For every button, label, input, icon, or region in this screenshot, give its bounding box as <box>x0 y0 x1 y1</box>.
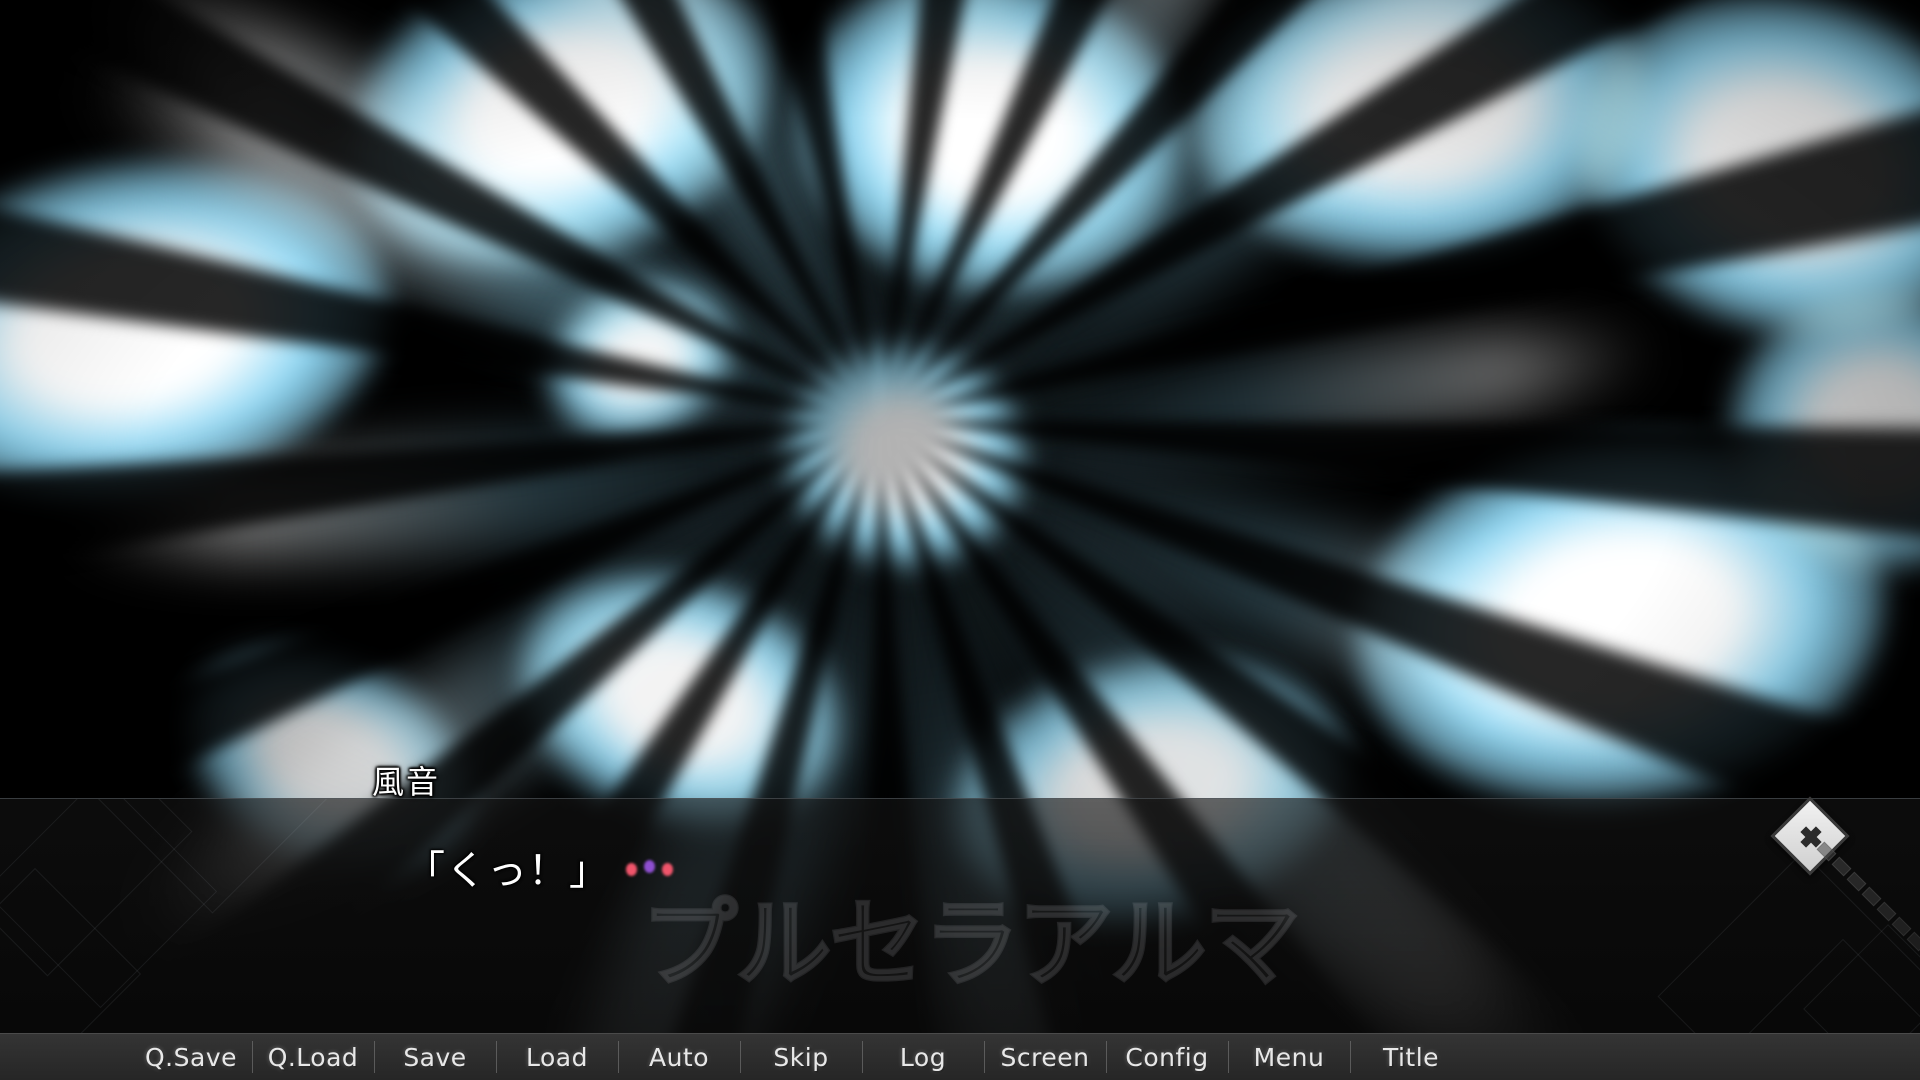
menu-button-log[interactable]: Log <box>862 1034 984 1080</box>
dialogue-textbox[interactable] <box>0 798 1920 1033</box>
dialogue-line: 「くっ！」 <box>405 838 673 896</box>
menu-button-label: Log <box>899 1042 947 1072</box>
menu-button-quick-load[interactable]: Q.Load <box>252 1034 374 1080</box>
speaker-name: 風音 <box>372 763 441 801</box>
menu-button-label: Q.Save <box>145 1042 237 1072</box>
menu-button-label: Save <box>403 1042 467 1072</box>
menu-button-save[interactable]: Save <box>374 1034 496 1080</box>
menu-button-label: Auto <box>648 1042 710 1072</box>
menu-button-label: Screen <box>1000 1042 1090 1072</box>
decor-diamond <box>1657 851 1920 1033</box>
indicator-dot <box>626 862 637 876</box>
indicator-dot <box>644 859 655 873</box>
decor-diamond <box>1803 924 1920 1033</box>
menu-button-auto[interactable]: Auto <box>618 1034 740 1080</box>
menu-button-load[interactable]: Load <box>496 1034 618 1080</box>
menu-button-skip[interactable]: Skip <box>740 1034 862 1080</box>
dialogue-text: 「くっ！」 <box>405 848 610 894</box>
decor-diamond <box>1722 938 1920 1033</box>
decor-diamond <box>60 799 365 914</box>
decor-diamond <box>0 867 142 1033</box>
bottom-menu-bar: Q.Save Q.Load Save Load Auto Skip Log Screen Con… <box>0 1033 1920 1080</box>
menu-button-title[interactable]: Title <box>1350 1034 1472 1080</box>
game-screen: プルセラアルマ 風音 「くっ！」 Q.SaveQ.LoadSaveLoadAut… <box>0 0 1920 1080</box>
indicator-dot <box>662 862 673 876</box>
menu-button-config[interactable]: Config <box>1106 1034 1228 1080</box>
menu-button-screen[interactable]: Screen <box>984 1034 1106 1080</box>
menu-button-quick-save[interactable]: Q.Save <box>130 1034 252 1080</box>
click-to-continue-indicator <box>626 859 673 876</box>
menu-button-label: Skip <box>773 1042 829 1072</box>
decor-diamond <box>0 799 193 977</box>
decor-diamond <box>0 799 218 1009</box>
menu-button-menu[interactable]: Menu <box>1228 1034 1350 1080</box>
menu-button-label: Menu <box>1253 1042 1325 1072</box>
menu-button-label: Load <box>526 1042 588 1072</box>
menu-button-label: Q.Load <box>267 1042 359 1072</box>
menu-button-label: Config <box>1125 1042 1209 1072</box>
menu-button-label: Title <box>1382 1042 1440 1072</box>
